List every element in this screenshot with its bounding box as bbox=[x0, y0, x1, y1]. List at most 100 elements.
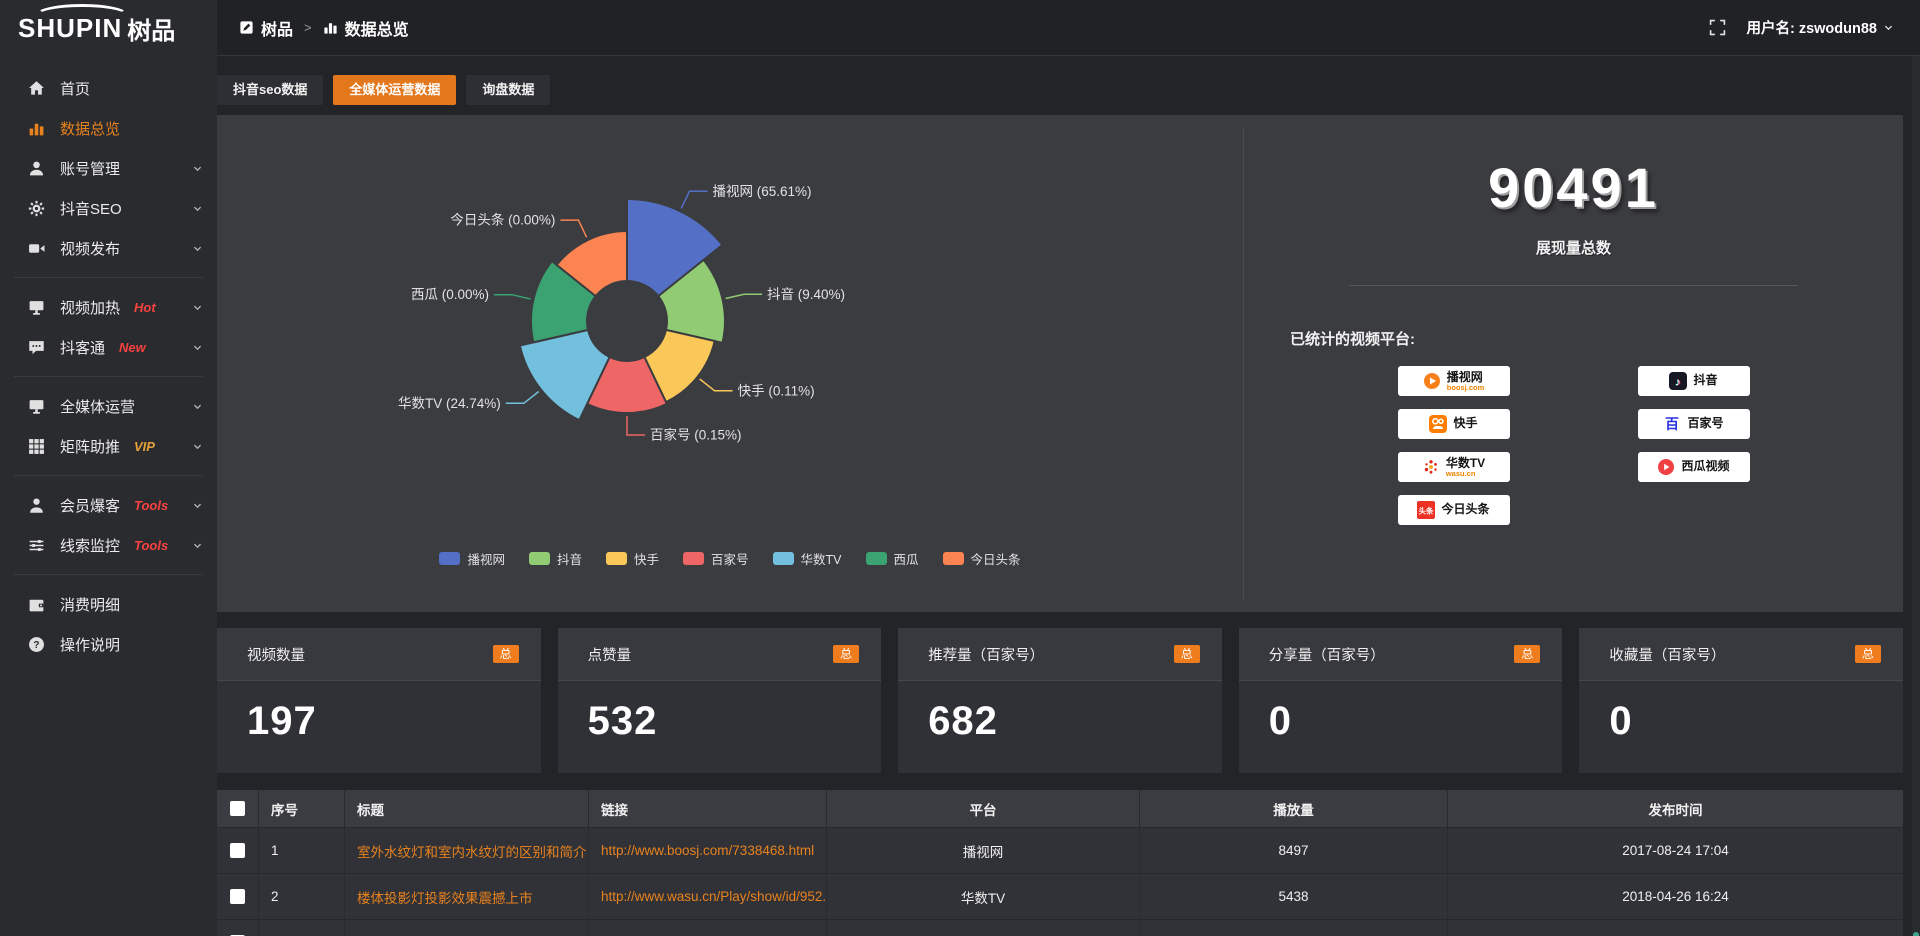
chevron-down-icon bbox=[192, 203, 203, 214]
total-badge: 总 bbox=[493, 645, 519, 663]
sidebar-item-home[interactable]: 首页 bbox=[0, 68, 217, 108]
stat-card-header: 推荐量（百家号）总 bbox=[898, 628, 1222, 681]
fullscreen-icon[interactable] bbox=[1709, 19, 1726, 36]
user-menu[interactable]: 用户名: zswodun88 bbox=[1746, 17, 1894, 38]
row-checkbox[interactable] bbox=[230, 889, 245, 904]
cell-platform: 播视网 bbox=[827, 828, 1140, 873]
cell-time: 2017-08-24 17:04 bbox=[1448, 828, 1903, 873]
sidebar-item-member-baoke[interactable]: 会员爆客 Tools bbox=[0, 485, 217, 525]
breadcrumb-app[interactable]: 树品 bbox=[261, 16, 293, 40]
sidebar: SHUPIN 树品 首页数据总览账号管理抖音SEO视频发布视频加热Hot 抖客通 N… bbox=[0, 0, 217, 936]
sidebar-item-video-heat[interactable]: 视频加热Hot bbox=[0, 287, 217, 327]
legend-swatch bbox=[866, 552, 887, 565]
header-checkbox-cell bbox=[217, 790, 259, 827]
wasu-logo bbox=[1422, 458, 1440, 476]
legend-item-1[interactable]: 抖音 bbox=[529, 549, 582, 568]
stat-cards-row: 视频数量总197点赞量总532推荐量（百家号）总682分享量（百家号）总0收藏量… bbox=[217, 628, 1903, 773]
platform-name: 快手 bbox=[1453, 417, 1477, 430]
stat-card-video-count: 视频数量总197 bbox=[217, 628, 541, 773]
page-scrollbar[interactable] bbox=[1912, 56, 1920, 936]
platform-chip-text: 今日头条 bbox=[1441, 503, 1489, 516]
stat-card-label: 点赞量 bbox=[588, 644, 632, 665]
sidebar-item-douyin-seo[interactable]: 抖音SEO bbox=[0, 188, 217, 228]
row-link-link[interactable]: http://www.wasu.cn/Play/show/id/952... bbox=[601, 889, 827, 904]
row-checkbox-cell bbox=[217, 874, 259, 919]
sidebar-item-badge: Tools bbox=[134, 498, 168, 513]
chevron-down-icon bbox=[192, 500, 203, 511]
total-badge: 总 bbox=[1514, 645, 1540, 663]
help-icon: ? bbox=[28, 636, 45, 653]
monitor-icon bbox=[28, 398, 45, 415]
topbar-right: 用户名: zswodun88 bbox=[1709, 17, 1894, 38]
legend-item-5[interactable]: 西瓜 bbox=[866, 549, 919, 568]
column-header-label: 平台 bbox=[970, 799, 997, 819]
row-link-link[interactable]: http://www.boosj.com/7338468.html bbox=[601, 843, 814, 858]
scrollbar-thumb[interactable] bbox=[1913, 932, 1919, 936]
empty-cell bbox=[217, 920, 259, 936]
sidebar-item-matrix-boost[interactable]: 矩阵助推VIP bbox=[0, 426, 217, 466]
platform-chip-text: 抖音 bbox=[1693, 374, 1717, 387]
stat-card-value: 532 bbox=[558, 681, 882, 744]
tab-inquiry-data[interactable]: 询盘数据 bbox=[466, 75, 550, 105]
app-logo[interactable]: SHUPIN 树品 bbox=[0, 0, 217, 56]
sidebar-item-badge: New bbox=[119, 340, 146, 355]
sidebar-item-label: 视频加热 bbox=[60, 297, 120, 318]
xigua-logo bbox=[1657, 458, 1675, 476]
sidebar-item-omnimedia-operation[interactable]: 全媒体运营 bbox=[0, 386, 217, 426]
platform-chip-4: 华数TVwasu.cn bbox=[1398, 452, 1510, 482]
topbar: 树品 > 数据总览 用户名: zswodun88 bbox=[217, 0, 1920, 56]
video-table: 序号标题链接平台播放量发布时间 1室外水纹灯和室内水纹灯的区别和简介http:/… bbox=[217, 790, 1903, 936]
sidebar-item-operation-guide[interactable]: ?操作说明 bbox=[0, 624, 217, 664]
legend-item-2[interactable]: 快手 bbox=[606, 549, 659, 568]
select-all-checkbox[interactable] bbox=[230, 801, 245, 816]
summary-divider bbox=[1349, 285, 1797, 286]
summary-panel: 90491 展现量总数 已统计的视频平台: 播视网boosj.com♪♪♪抖音快… bbox=[1244, 115, 1903, 612]
stat-card-recommends: 推荐量（百家号）总682 bbox=[898, 628, 1222, 773]
breadcrumb-page[interactable]: 数据总览 bbox=[345, 16, 409, 40]
chevron-down-icon bbox=[192, 302, 203, 313]
sidebar-item-douketong[interactable]: 抖客通 New bbox=[0, 327, 217, 367]
sidebar-item-lead-monitor[interactable]: 线索监控Tools bbox=[0, 525, 217, 565]
legend-label: 今日头条 bbox=[971, 549, 1021, 568]
sidebar-item-video-publish[interactable]: 视频发布 bbox=[0, 228, 217, 268]
row-link-title[interactable]: 楼体投影灯投影效果震撼上市 bbox=[357, 887, 533, 907]
row-link-title[interactable]: 室外水纹灯和室内水纹灯的区别和简介 bbox=[357, 841, 587, 861]
sidebar-item-label: 消费明细 bbox=[60, 594, 120, 615]
gear-icon bbox=[28, 200, 45, 217]
grid-icon bbox=[28, 438, 45, 455]
douyin-logo: ♪♪♪ bbox=[1669, 372, 1687, 390]
pie-label-line bbox=[627, 416, 645, 435]
legend-item-6[interactable]: 今日头条 bbox=[943, 549, 1021, 568]
dashboard-page: SHUPIN 树品 首页数据总览账号管理抖音SEO视频发布视频加热Hot抖客通N… bbox=[0, 0, 1920, 936]
sidebar-item-label: 首页 bbox=[60, 78, 90, 99]
total-impressions-label: 展现量总数 bbox=[1244, 237, 1903, 258]
tab-douyin-seo-data[interactable]: 抖音seo数据 bbox=[217, 75, 323, 105]
column-header-label: 播放量 bbox=[1273, 799, 1314, 819]
legend-swatch bbox=[529, 552, 550, 565]
video-publish-icon bbox=[28, 240, 45, 257]
column-header-label: 序号 bbox=[271, 799, 298, 819]
platform-chip-text: 华数TVwasu.cn bbox=[1446, 457, 1485, 478]
platform-logo-grid: 播视网boosj.com♪♪♪抖音快手百百家号华数TVwasu.cn西瓜视频头条… bbox=[1244, 366, 1903, 525]
sidebar-item-badge: VIP bbox=[134, 439, 155, 454]
legend-item-0[interactable]: 播视网 bbox=[439, 549, 505, 568]
cell-platform: 华数TV bbox=[827, 874, 1140, 919]
legend-swatch bbox=[439, 552, 460, 565]
bar-chart-icon bbox=[28, 120, 45, 137]
sidebar-item-consumption-details[interactable]: 消费明细 bbox=[0, 584, 217, 624]
legend-item-3[interactable]: 百家号 bbox=[683, 549, 749, 568]
boosj-logo bbox=[1423, 372, 1441, 390]
platform-name: 播视网 bbox=[1447, 371, 1483, 384]
sidebar-item-account-management[interactable]: 账号管理 bbox=[0, 148, 217, 188]
row-checkbox[interactable] bbox=[230, 843, 245, 858]
sidebar-item-label: 抖客通 bbox=[60, 337, 105, 358]
breadcrumb-separator: > bbox=[304, 20, 312, 35]
legend-swatch bbox=[773, 552, 794, 565]
sidebar-item-label: 会员爆客 bbox=[60, 495, 120, 516]
legend-item-4[interactable]: 华数TV bbox=[773, 549, 842, 568]
sidebar-item-data-overview[interactable]: 数据总览 bbox=[0, 108, 217, 148]
column-header-platform: 平台 bbox=[827, 790, 1140, 827]
tab-omnimedia-data[interactable]: 全媒体运营数据 bbox=[333, 75, 456, 105]
logo-cjk-text: 树品 bbox=[127, 11, 175, 46]
sidebar-menu: 首页数据总览账号管理抖音SEO视频发布视频加热Hot 抖客通 New 全媒体运营矩阵助… bbox=[0, 56, 217, 664]
